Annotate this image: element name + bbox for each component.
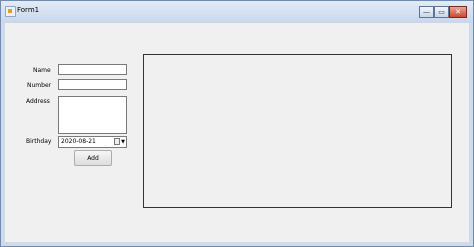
maximize-button[interactable]: ▭ — [434, 6, 449, 18]
birthday-value: 2020-08-21 — [61, 138, 96, 145]
add-button[interactable]: Add — [74, 150, 112, 166]
caption-buttons: — ▭ ✕ — [419, 6, 467, 18]
app-icon — [5, 6, 16, 17]
birthday-date-picker[interactable]: 2020-08-21 ▼ — [58, 136, 127, 148]
birthday-label: Birthday — [26, 138, 52, 145]
title-bar[interactable]: Form1 — ▭ ✕ — [1, 1, 473, 23]
calendar-icon[interactable] — [114, 138, 120, 145]
address-label: Address — [26, 98, 50, 105]
close-button[interactable]: ✕ — [449, 6, 467, 18]
number-label: Number — [27, 82, 52, 89]
address-textarea[interactable] — [58, 96, 127, 134]
form1-window: Form1 — ▭ ✕ Name Number Address Birthday… — [0, 0, 474, 247]
form-client-area: Name Number Address Birthday 2020-08-21 … — [5, 23, 469, 242]
display-panel — [143, 54, 452, 208]
name-label: Name — [33, 67, 51, 74]
window-title: Form1 — [17, 6, 40, 14]
name-textbox[interactable] — [58, 64, 127, 75]
minimize-button[interactable]: — — [419, 6, 434, 18]
number-textbox[interactable] — [58, 79, 127, 90]
chevron-down-icon[interactable]: ▼ — [121, 138, 125, 146]
